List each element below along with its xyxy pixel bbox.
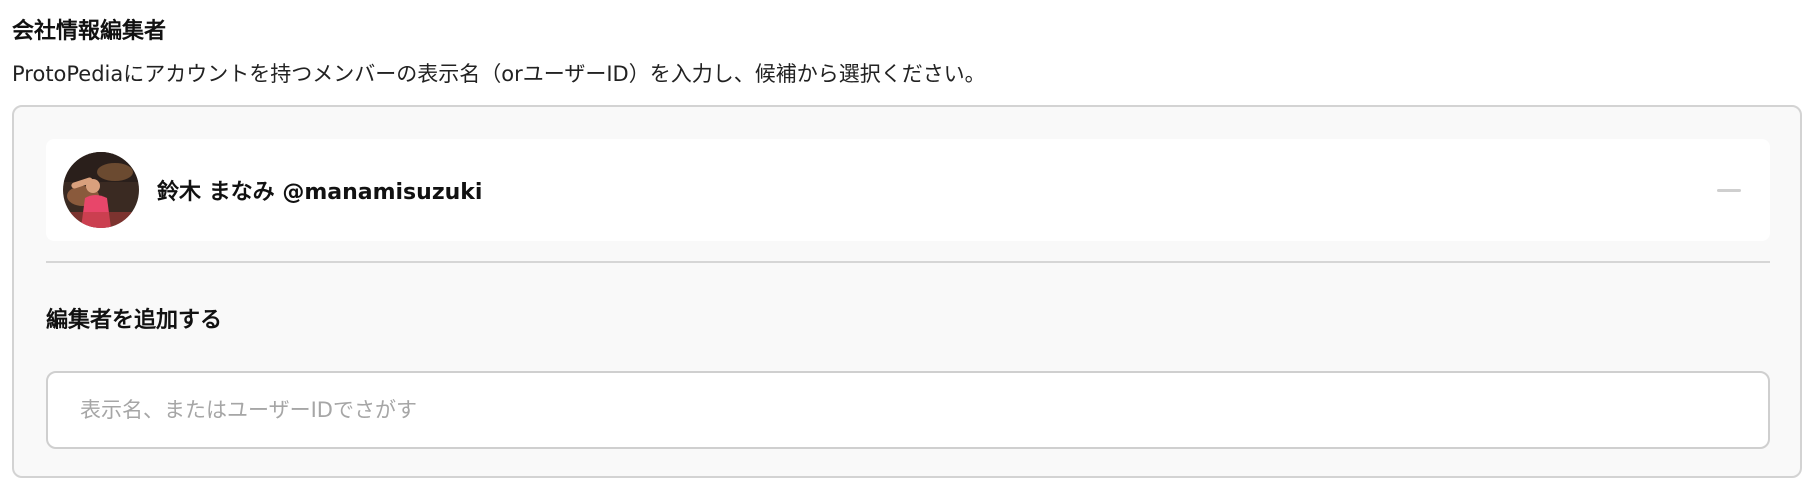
editor-search-input[interactable]	[46, 371, 1770, 449]
add-editor-heading: 編集者を追加する	[46, 308, 223, 333]
divider	[46, 261, 1770, 263]
section-title: 会社情報編集者	[12, 19, 167, 44]
minus-icon	[1717, 188, 1741, 192]
avatar[interactable]	[63, 152, 139, 228]
editor-list-item: 鈴木 まなみ @manamisuzuki	[46, 139, 1770, 241]
remove-editor-button[interactable]	[1714, 175, 1744, 205]
avatar-photo	[63, 152, 139, 228]
editor-name: 鈴木 まなみ @manamisuzuki	[157, 180, 483, 205]
editor-panel: 鈴木 まなみ @manamisuzuki 編集者を追加する	[12, 105, 1802, 478]
section-description: ProtoPediaにアカウントを持つメンバーの表示名（orユーザーID）を入力…	[12, 62, 986, 86]
